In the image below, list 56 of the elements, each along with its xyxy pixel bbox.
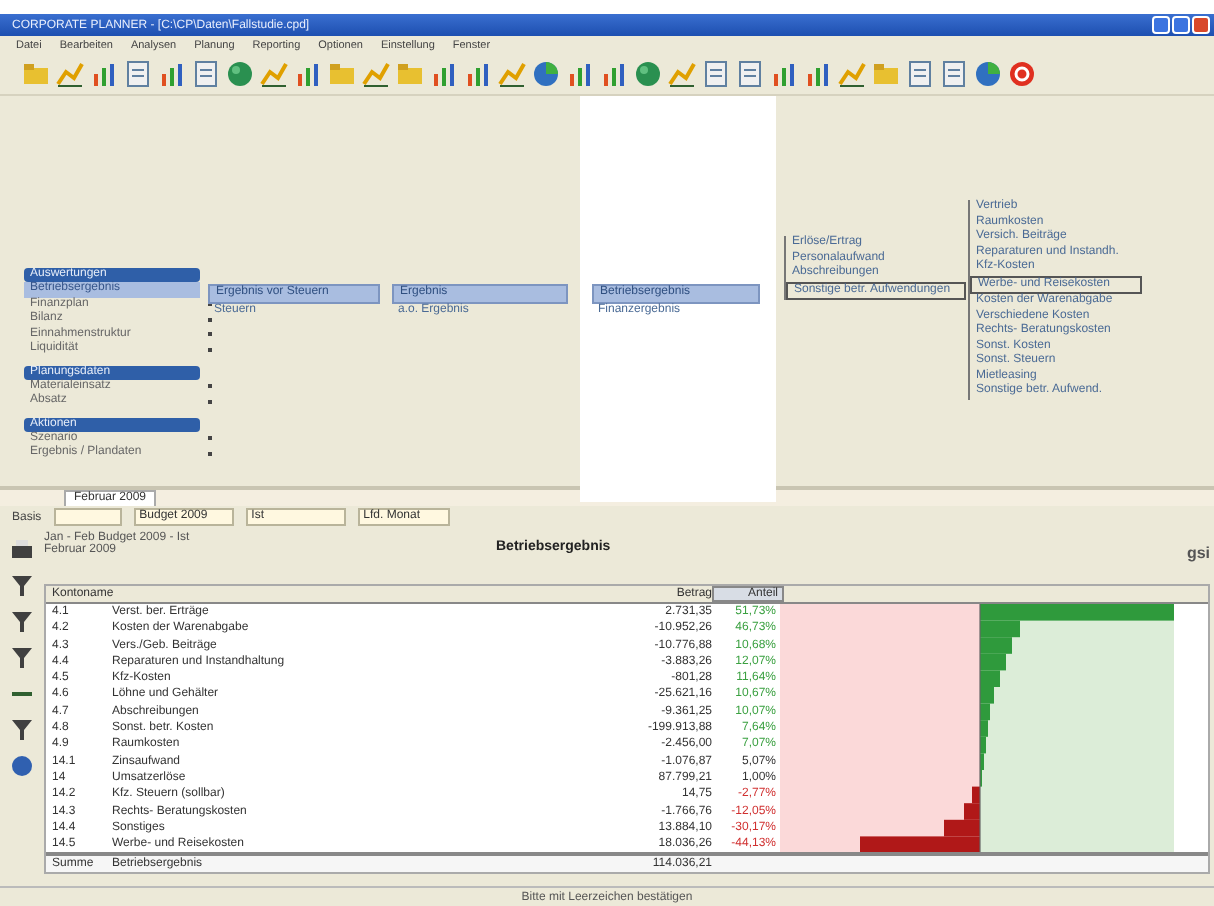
toolbar-button[interactable]	[700, 56, 732, 93]
pie-icon	[532, 60, 560, 89]
filter-icon	[10, 717, 34, 742]
chart-icon	[770, 60, 798, 89]
folder-icon	[872, 60, 900, 89]
folder-icon	[396, 60, 424, 89]
toolbar-button[interactable]	[8, 607, 36, 636]
line-chart-icon	[668, 60, 696, 89]
toolbar-button[interactable]	[8, 571, 36, 600]
line-chart-icon	[838, 60, 866, 89]
line-chart-icon	[260, 60, 288, 89]
toolbar-button[interactable]	[904, 56, 936, 93]
filter-icon	[10, 609, 34, 634]
toolbar-button[interactable]	[122, 56, 154, 93]
expand-marker[interactable]	[208, 332, 212, 337]
line-chart-icon	[498, 60, 526, 89]
logo-text: gsi	[1186, 543, 1210, 562]
chart-icon	[804, 60, 832, 89]
close-button[interactable]	[1192, 16, 1210, 34]
expand-marker[interactable]	[208, 436, 212, 441]
folder-icon	[328, 60, 356, 89]
toolbar-button[interactable]	[8, 643, 36, 672]
chart-icon	[464, 60, 492, 89]
sheet-icon	[192, 60, 220, 89]
chart-icon	[600, 60, 628, 89]
line-chart-icon	[362, 60, 390, 89]
expand-marker[interactable]	[208, 451, 212, 456]
folder-icon	[22, 60, 50, 89]
sheet-icon	[736, 60, 764, 89]
printer-icon	[10, 537, 34, 562]
chart-icon	[294, 60, 322, 89]
pie-icon	[974, 60, 1002, 89]
line-chart-icon	[56, 60, 84, 89]
chart-icon	[566, 60, 594, 89]
sheet-icon	[702, 60, 730, 89]
toolbar-button[interactable]	[8, 535, 36, 564]
expand-marker[interactable]	[208, 317, 212, 322]
sheet-icon	[124, 60, 152, 89]
toolbar-button[interactable]	[190, 56, 222, 93]
chart-icon	[158, 60, 186, 89]
sheet-icon	[940, 60, 968, 89]
chart-icon	[430, 60, 458, 89]
toolbar-button[interactable]	[938, 56, 970, 93]
expand-marker[interactable]	[208, 347, 212, 352]
expand-marker[interactable]	[208, 384, 212, 389]
filter-icon	[10, 573, 34, 598]
chart-bar	[980, 670, 1000, 687]
stop-icon	[1008, 60, 1036, 89]
sheet-icon	[906, 60, 934, 89]
toolbar-button[interactable]	[8, 715, 36, 744]
filter-icon	[10, 645, 34, 670]
toolbar-button[interactable]	[734, 56, 766, 93]
maximize-button[interactable]	[1172, 16, 1190, 34]
chart-icon	[90, 60, 118, 89]
minimize-button[interactable]	[1152, 16, 1170, 34]
expand-marker[interactable]	[208, 399, 212, 404]
